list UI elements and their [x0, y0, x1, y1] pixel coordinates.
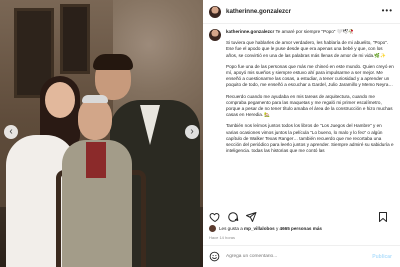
photo-groom-hair	[93, 54, 133, 70]
caption-text: katherinne.gonzalezcr Te amaré por siemp…	[226, 29, 394, 154]
photo-grandfather-hair	[82, 95, 108, 103]
comment-bar: Publicar	[203, 245, 400, 267]
next-photo-button[interactable]: ›	[185, 125, 199, 139]
publish-button[interactable]: Publicar	[372, 254, 392, 260]
action-bar	[209, 211, 395, 223]
post-modal: ‹ › katherinne.gonzalezcr ••• katherinne…	[0, 0, 400, 267]
liked-by-suffix: y	[275, 226, 279, 231]
caption-paragraph: Popo fue una de las personas que más me …	[226, 63, 394, 88]
heart-icon[interactable]	[209, 211, 221, 223]
liker-avatar[interactable]	[209, 225, 216, 232]
caption-avatar[interactable]	[209, 29, 221, 41]
caption-first-line: Te amaré por siempre "Popo" 🤍🕊🥀	[275, 29, 354, 34]
likes-summary: Les gusta a mp_villalobos y 4665 persona…	[209, 225, 395, 232]
previous-photo-button[interactable]: ‹	[4, 125, 18, 139]
photo-bride-face	[45, 82, 75, 118]
emoji-icon[interactable]	[209, 251, 220, 262]
caption-paragraph: Si tuviera que hablarles de amor verdade…	[226, 40, 389, 58]
comment-icon[interactable]	[227, 211, 239, 223]
caption-paragraph: Recuerdo cuando me ayudaba en mis tareas…	[226, 93, 393, 118]
photo-window	[60, 4, 90, 74]
post-photo: ‹ ›	[0, 0, 203, 267]
caption-paragraph: También nos leímos juntos todos los libr…	[226, 123, 394, 154]
comment-input[interactable]	[226, 254, 346, 259]
liked-by-user[interactable]: mp_villalobos	[244, 226, 275, 231]
post-details-panel: katherinne.gonzalezcr ••• katherinne.gon…	[203, 0, 400, 267]
liked-by-prefix: Les gusta a	[219, 226, 243, 231]
caption: katherinne.gonzalezcr Te amaré por siemp…	[209, 29, 395, 209]
share-icon[interactable]	[245, 211, 257, 223]
post-header: katherinne.gonzalezcr •••	[203, 0, 400, 24]
photo-grandfather-shirt	[86, 142, 106, 178]
likes-count[interactable]: 4665 personas más	[280, 226, 322, 231]
photo-grandfather-face	[78, 98, 112, 140]
caption-username[interactable]: katherinne.gonzalezcr	[226, 29, 274, 34]
post-timestamp[interactable]: Hace 14 horas	[209, 235, 235, 240]
avatar[interactable]	[209, 5, 221, 18]
more-options-icon[interactable]: •••	[382, 6, 393, 15]
bookmark-icon[interactable]	[377, 211, 389, 223]
author-username[interactable]: katherinne.gonzalezcr	[226, 8, 291, 15]
